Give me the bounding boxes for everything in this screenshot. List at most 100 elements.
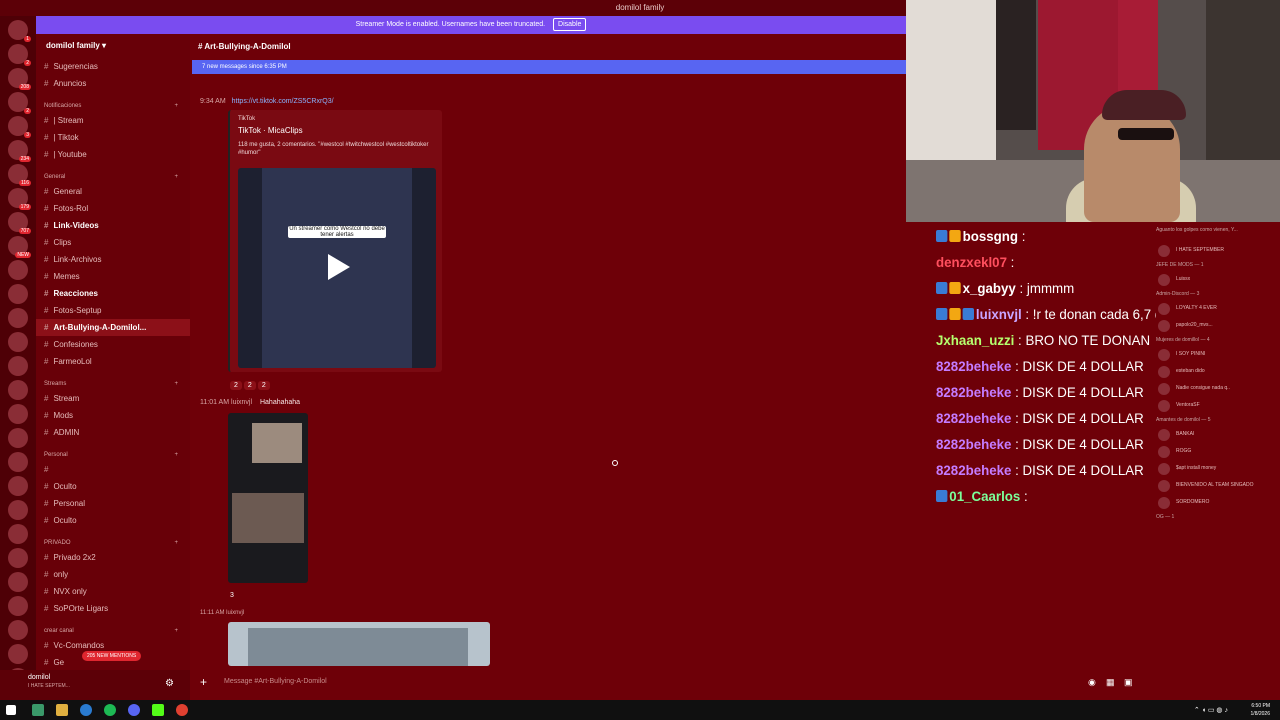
chat-username[interactable]: luixnvjl [976, 306, 1022, 322]
server-icon[interactable]: 3 [8, 116, 31, 138]
channel-category[interactable]: Notificaciones + [36, 98, 190, 112]
add-channel-icon[interactable]: + [174, 623, 178, 639]
channel-item[interactable]: # Fotos-Septup [36, 302, 190, 319]
server-icon[interactable]: 2 [8, 44, 31, 66]
server-icon[interactable] [8, 260, 28, 280]
member-item[interactable]: ROGG [1156, 443, 1280, 460]
reaction-chip[interactable]: 3 [230, 592, 234, 599]
channel-item[interactable]: # Personal [36, 495, 190, 512]
channel-item[interactable]: # Clips [36, 234, 190, 251]
member-item[interactable]: Nadie consigue nada q.. [1156, 380, 1280, 397]
embed-title[interactable]: TikTok · MicaClips [238, 126, 434, 135]
add-channel-icon[interactable]: + [174, 447, 178, 463]
play-icon[interactable] [328, 254, 350, 280]
reaction-chip[interactable]: 2 [243, 381, 256, 390]
channel-category[interactable]: General + [36, 169, 190, 183]
member-item[interactable]: Luissx [1156, 271, 1280, 288]
member-item[interactable]: LOYALTY 4 EVER [1156, 300, 1280, 317]
discord-icon[interactable] [128, 704, 140, 716]
channel-item[interactable]: # | Stream [36, 112, 190, 129]
message-author[interactable]: luixnvjl [231, 399, 252, 406]
member-item[interactable]: SORDOMERO [1156, 494, 1280, 511]
message-author[interactable]: luixnvjl [226, 610, 244, 616]
add-channel-icon[interactable]: + [174, 98, 178, 114]
channel-category[interactable]: PRIVADO + [36, 535, 190, 549]
chat-username[interactable]: 8282beheke [936, 436, 1011, 452]
add-channel-icon[interactable]: + [174, 535, 178, 551]
new-mentions-pill[interactable]: 205 NEW MENTIONS [82, 651, 142, 661]
server-icon[interactable] [8, 404, 28, 424]
member-item[interactable]: esteban dido [1156, 363, 1280, 380]
message-composer[interactable]: + Message #Art-Bullying-A-Domilol ◉ ▦ ▣ [192, 671, 1142, 693]
chat-username[interactable]: denzxekl07 [936, 254, 1007, 270]
server-icon[interactable] [8, 500, 28, 520]
server-icon[interactable] [8, 380, 28, 400]
edge-icon[interactable] [80, 704, 92, 716]
taskbar-app-icon[interactable] [32, 704, 44, 716]
chrome-icon[interactable] [176, 704, 188, 716]
message-image[interactable] [228, 413, 308, 583]
channel-item[interactable]: # Oculto [36, 478, 190, 495]
server-icon[interactable]: NEW [8, 236, 31, 258]
clock[interactable]: 6:50 PM 1/8/2026 [1251, 702, 1270, 718]
message-image[interactable] [228, 622, 490, 666]
server-icon[interactable] [8, 476, 28, 496]
channel-item[interactable]: # Anuncios [36, 75, 190, 92]
channel-item[interactable]: # [36, 461, 190, 478]
channel-item[interactable]: # Sugerencias [36, 58, 190, 75]
server-icon[interactable]: 234 [8, 140, 31, 162]
spotify-icon[interactable] [104, 704, 116, 716]
channel-item[interactable]: # Link-Archivos [36, 251, 190, 268]
guild-name-header[interactable]: domilol family ▾ [36, 34, 190, 58]
embed-video[interactable]: Un streamer como Westcol no debe tener a… [238, 168, 436, 368]
channel-category[interactable]: Personal + [36, 447, 190, 461]
server-icon[interactable]: 208 [8, 68, 31, 90]
server-icon[interactable]: 707 [8, 212, 31, 234]
server-icon[interactable] [8, 332, 28, 352]
channel-item[interactable]: # Confesiones [36, 336, 190, 353]
server-icon[interactable] [8, 284, 28, 304]
chat-username[interactable]: Jxhaan_uzzi [936, 332, 1014, 348]
server-icon[interactable] [8, 644, 28, 664]
channel-category[interactable]: Streams + [36, 376, 190, 390]
server-icon[interactable] [8, 428, 28, 448]
channel-item[interactable]: # Oculto [36, 512, 190, 529]
channel-item[interactable]: # Link-Videos [36, 217, 190, 234]
gift-icon[interactable]: ◉ [1088, 671, 1096, 693]
channel-item[interactable]: # SoPOrte Ligars [36, 600, 190, 617]
server-icon[interactable]: 1 [8, 20, 31, 42]
channel-item[interactable]: # Stream [36, 390, 190, 407]
kick-icon[interactable] [152, 704, 164, 716]
chat-username[interactable]: 8282beheke [936, 384, 1011, 400]
channel-item[interactable]: # | Tiktok [36, 129, 190, 146]
channel-item[interactable]: # | Youtube [36, 146, 190, 163]
reaction-chip[interactable]: 2 [230, 381, 242, 390]
folder-icon[interactable] [56, 704, 68, 716]
channel-item[interactable]: # General [36, 183, 190, 200]
server-icon[interactable] [8, 524, 28, 544]
emoji-icon[interactable]: ▣ [1124, 671, 1133, 693]
chat-username[interactable]: 01_Caarlos [949, 488, 1020, 504]
gear-icon[interactable]: ⚙ [165, 678, 174, 689]
member-item[interactable]: $apt install money [1156, 460, 1280, 477]
server-icon[interactable]: 2 [8, 92, 31, 114]
channel-item[interactable]: # Reacciones [36, 285, 190, 302]
add-attachment-icon[interactable]: + [200, 671, 207, 693]
channel-item[interactable]: # Memes [36, 268, 190, 285]
member-item[interactable]: BIENVENIDO AL TEAM SINGADO [1156, 477, 1280, 494]
system-tray-icons[interactable]: ⌃ ◖ ▭ ◍ ♪ [1194, 706, 1228, 714]
server-icon[interactable]: 116 [8, 164, 31, 186]
server-icon[interactable] [8, 596, 28, 616]
message-link[interactable]: https://vt.tiktok.com/ZS5CRxrQ3/ [232, 98, 334, 105]
windows-start-icon[interactable] [6, 705, 16, 715]
channel-item[interactable]: # Privado 2x2 [36, 549, 190, 566]
disable-streamer-mode-button[interactable]: Disable [553, 18, 587, 31]
channel-item[interactable]: # Art-Bullying-A-Domilol... [36, 319, 190, 336]
add-channel-icon[interactable]: + [174, 376, 178, 392]
server-icon[interactable]: 179 [8, 188, 31, 210]
new-messages-bar[interactable]: 7 new messages since 6:35 PM [192, 60, 906, 74]
channel-item[interactable]: # FarmeoLol [36, 353, 190, 370]
channel-item[interactable]: # NVX only [36, 583, 190, 600]
channel-item[interactable]: # ADMIN [36, 424, 190, 441]
server-icon[interactable] [8, 620, 28, 640]
